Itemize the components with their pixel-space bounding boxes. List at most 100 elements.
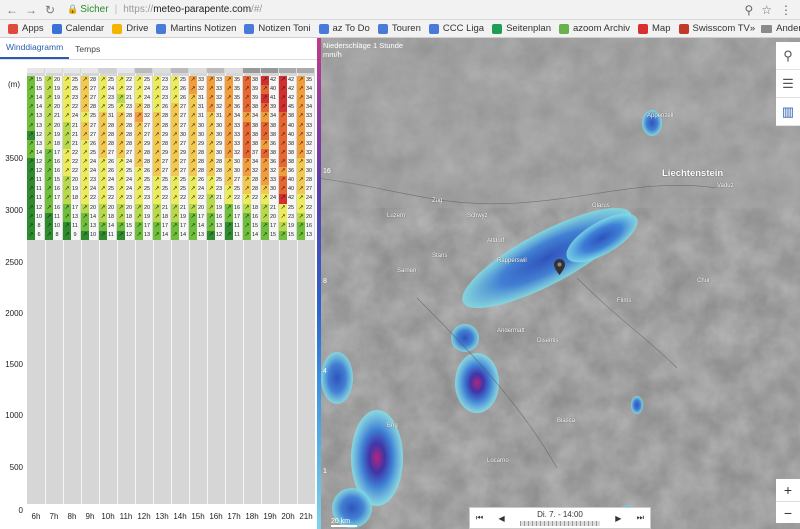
wind-cell[interactable]: ↗ 10 bbox=[45, 221, 62, 231]
wind-cell[interactable]: ↗ 27 bbox=[171, 121, 188, 131]
wind-cell[interactable]: ↗ 10 bbox=[27, 212, 44, 222]
wind-cell[interactable]: ↗ 16 bbox=[297, 221, 314, 231]
wind-cell[interactable]: ↗ 36 bbox=[261, 158, 278, 168]
wind-cell[interactable]: ↗ 25 bbox=[171, 176, 188, 186]
wind-cell[interactable]: ↗ 22 bbox=[225, 194, 242, 204]
wind-cell[interactable]: ↗ 11 bbox=[225, 221, 242, 231]
wind-cell[interactable]: ↗ 19 bbox=[171, 212, 188, 222]
wind-cell[interactable]: ↗ 25 bbox=[63, 85, 80, 95]
wind-cell[interactable]: ↗ 33 bbox=[261, 176, 278, 186]
step-forward-icon[interactable]: ▶ bbox=[615, 514, 621, 523]
wind-cell[interactable]: ↗ 17 bbox=[189, 212, 206, 222]
wind-cell[interactable]: ↗ 33 bbox=[297, 121, 314, 131]
wind-cell[interactable]: ↗ 25 bbox=[135, 185, 152, 195]
wind-cell[interactable]: ↗ 24 bbox=[81, 185, 98, 195]
wind-cell[interactable]: ↗ 28 bbox=[153, 139, 170, 149]
zoom-out-button[interactable]: − bbox=[776, 501, 800, 523]
wind-cell[interactable]: ↗ 23 bbox=[279, 212, 296, 222]
wind-cell[interactable]: ↗ 16 bbox=[207, 212, 224, 222]
wind-cell[interactable]: ↗ 8 bbox=[27, 221, 44, 231]
wind-cell[interactable]: ↗ 28 bbox=[243, 185, 260, 195]
wind-cell[interactable]: ↗ 22 bbox=[81, 194, 98, 204]
wind-cell[interactable]: ↗ 27 bbox=[117, 148, 134, 158]
wind-cell[interactable]: ↗ 28 bbox=[99, 130, 116, 140]
wind-cell[interactable]: ↗ 24 bbox=[189, 185, 206, 195]
wind-cell[interactable]: ↗ 28 bbox=[117, 130, 134, 140]
wind-cell[interactable]: ↗ 41 bbox=[261, 94, 278, 104]
wind-cell[interactable]: ↗ 37 bbox=[243, 148, 260, 158]
wind-cell[interactable]: ↗ 18 bbox=[99, 212, 116, 222]
wind-cell[interactable]: ↗ 13 bbox=[27, 112, 44, 122]
wind-cell[interactable]: ↗ 25 bbox=[153, 185, 170, 195]
wind-cell[interactable]: ↗ 25 bbox=[135, 176, 152, 186]
wind-cell[interactable]: ↗ 12 bbox=[207, 230, 224, 240]
wind-cell[interactable]: ↗ 22 bbox=[171, 194, 188, 204]
wind-cell[interactable]: ↗ 25 bbox=[99, 103, 116, 113]
wind-cell[interactable]: ↗ 27 bbox=[81, 121, 98, 131]
wind-cell[interactable]: ↗ 32 bbox=[135, 112, 152, 122]
wind-cell[interactable]: ↗ 34 bbox=[297, 94, 314, 104]
wind-cell[interactable]: ↗ 21 bbox=[207, 194, 224, 204]
wind-cell[interactable]: ↗ 20 bbox=[45, 121, 62, 131]
wind-cell[interactable]: ↗ 31 bbox=[189, 103, 206, 113]
wind-cell[interactable]: ↗ 14 bbox=[99, 221, 116, 231]
wind-cell[interactable]: ↗ 25 bbox=[63, 76, 80, 86]
reload-icon[interactable]: ↻ bbox=[43, 3, 57, 17]
time-display[interactable]: Di. 7. - 14:00 bbox=[519, 510, 600, 526]
wind-cell[interactable]: ↗ 19 bbox=[45, 94, 62, 104]
step-back-icon[interactable]: ◀ bbox=[499, 514, 505, 523]
wind-cell[interactable]: ↗ 23 bbox=[117, 103, 134, 113]
wind-cell[interactable]: ↗ 27 bbox=[81, 94, 98, 104]
wind-cell[interactable]: ↗ 28 bbox=[189, 148, 206, 158]
wind-cell[interactable]: ↗ 15 bbox=[117, 221, 134, 231]
wind-cell[interactable]: ↗ 11 bbox=[99, 230, 116, 240]
wind-cell[interactable]: ↗ 11 bbox=[27, 176, 44, 186]
wind-cell[interactable]: ↗ 17 bbox=[225, 212, 242, 222]
wind-cell[interactable]: ↗ 24 bbox=[117, 176, 134, 186]
wind-cell[interactable]: ↗ 20 bbox=[63, 176, 80, 186]
wind-cell[interactable]: ↗ 20 bbox=[261, 212, 278, 222]
wind-cell[interactable]: ↗ 32 bbox=[243, 167, 260, 177]
wind-cell[interactable]: ↗ 38 bbox=[261, 130, 278, 140]
wind-cell[interactable]: ↗ 23 bbox=[153, 85, 170, 95]
wind-cell[interactable]: ↗ 30 bbox=[297, 158, 314, 168]
wind-cell[interactable]: ↗ 31 bbox=[99, 112, 116, 122]
wind-cell[interactable]: ↗ 33 bbox=[189, 76, 206, 86]
wind-cell[interactable]: ↗ 30 bbox=[207, 130, 224, 140]
wind-cell[interactable]: ↗ 29 bbox=[153, 130, 170, 140]
wind-cell[interactable]: ↗ 23 bbox=[153, 76, 170, 86]
wind-cell[interactable]: ↗ 22 bbox=[297, 203, 314, 213]
wind-cell[interactable]: ↗ 12 bbox=[27, 130, 44, 140]
wind-cell[interactable]: ↗ 22 bbox=[243, 194, 260, 204]
back-icon[interactable]: ← bbox=[5, 3, 19, 17]
wind-cell[interactable]: ↗ 36 bbox=[279, 167, 296, 177]
other-bookmarks-label[interactable]: Andere Lesezeichen bbox=[776, 23, 800, 34]
wind-cell[interactable]: ↗ 15 bbox=[261, 230, 278, 240]
wind-cell[interactable]: ↗ 23 bbox=[207, 185, 224, 195]
bookmark-item[interactable]: Calendar bbox=[51, 23, 104, 34]
wind-cell[interactable]: ↗ 36 bbox=[225, 103, 242, 113]
bookmark-item[interactable]: Touren bbox=[377, 23, 421, 34]
precipitation-map[interactable]: Niederschläge 1 Stunde mm/h 16 8 4 1 Lie… bbox=[317, 38, 800, 529]
wind-cell[interactable]: ↗ 11 bbox=[63, 221, 80, 231]
wind-cell[interactable]: ↗ 24 bbox=[99, 85, 116, 95]
wind-cell[interactable]: ↗ 30 bbox=[189, 121, 206, 131]
wind-cell[interactable]: ↗ 27 bbox=[171, 167, 188, 177]
wind-cell[interactable]: ↗ 11 bbox=[27, 194, 44, 204]
skip-back-icon[interactable]: ⏮ bbox=[476, 513, 483, 523]
wind-cell[interactable]: ↗ 21 bbox=[63, 139, 80, 149]
wind-cell[interactable]: ↗ 25 bbox=[81, 148, 98, 158]
wind-cell[interactable]: ↗ 33 bbox=[225, 121, 242, 131]
wind-cell[interactable]: ↗ 34 bbox=[243, 112, 260, 122]
wind-cell[interactable]: ↗ 16 bbox=[45, 203, 62, 213]
bookmark-item[interactable]: Notizen Toni bbox=[244, 23, 311, 34]
wind-cell[interactable]: ↗ 20 bbox=[297, 212, 314, 222]
wind-cell[interactable]: ↗ 23 bbox=[63, 94, 80, 104]
wind-cell[interactable]: ↗ 17 bbox=[63, 203, 80, 213]
wind-cell[interactable]: ↗ 25 bbox=[225, 185, 242, 195]
wind-cell[interactable]: ↗ 13 bbox=[81, 221, 98, 231]
search-icon[interactable]: ⚲ bbox=[776, 42, 800, 70]
wind-cell[interactable]: ↗ 21 bbox=[63, 121, 80, 131]
wind-cell[interactable]: ↗ 11 bbox=[27, 185, 44, 195]
wind-cell[interactable]: ↗ 31 bbox=[189, 112, 206, 122]
